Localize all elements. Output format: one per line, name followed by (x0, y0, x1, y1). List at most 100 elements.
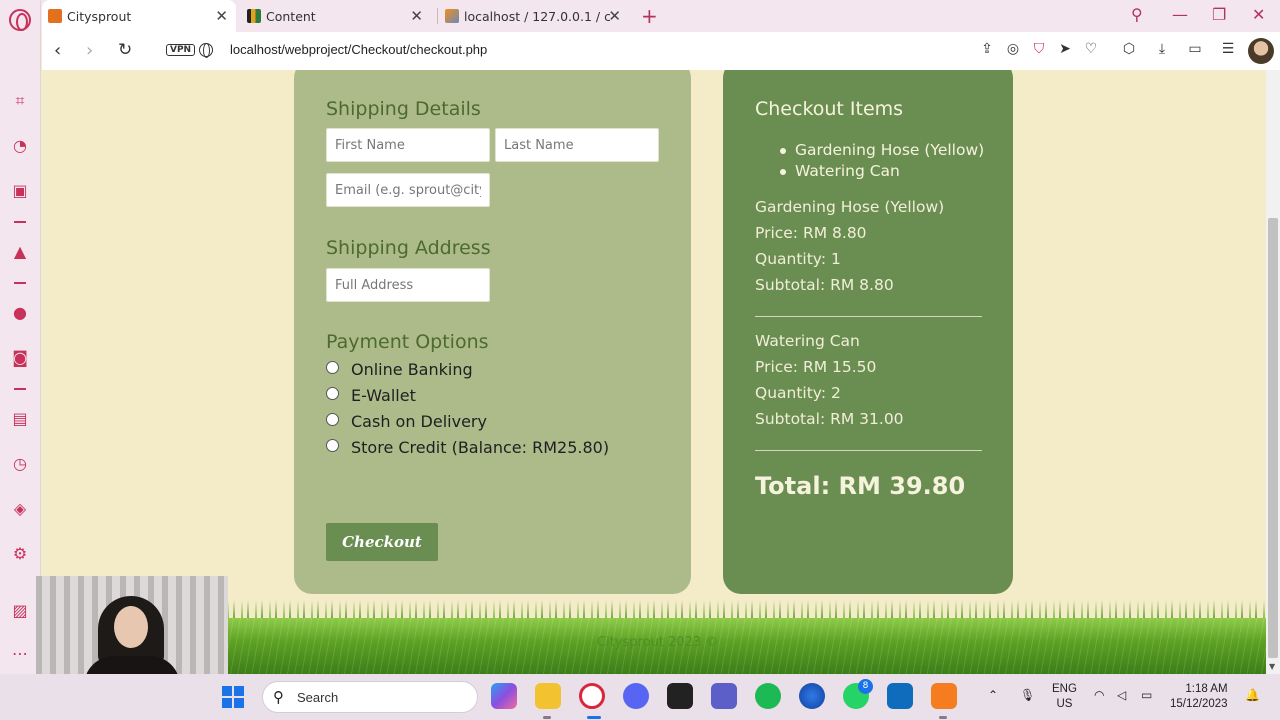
item-name: Watering Can (755, 332, 860, 350)
speed-dial-icon[interactable]: ◔ (10, 136, 30, 156)
volume-icon[interactable]: ◁ (1117, 688, 1126, 702)
tabs-icon[interactable]: ▤ (10, 409, 30, 429)
vpn-badge[interactable]: VPN (166, 44, 196, 56)
easy-setup-icon[interactable]: ☰ (1220, 41, 1236, 57)
discord-icon[interactable] (623, 683, 649, 709)
wifi-icon[interactable]: ◠ (1094, 688, 1104, 702)
payment-option-label: E-Wallet (351, 386, 416, 405)
item-quantity: Quantity: 2 (755, 384, 841, 402)
gamepad-icon[interactable]: ⌗ (10, 91, 30, 111)
content-favicon-icon (247, 9, 261, 23)
checkout-button[interactable]: Checkout (326, 523, 438, 561)
notifications-bell-icon[interactable]: 🔔 (1245, 688, 1260, 702)
scrollbar-thumb[interactable] (1268, 218, 1278, 658)
system-clock[interactable]: 1:18 AM 15/12/2023 (1170, 682, 1228, 712)
item-subtotal: Subtotal: RM 8.80 (755, 276, 894, 294)
language-code: ENG (1052, 683, 1077, 695)
instagram-icon[interactable]: ◙ (10, 348, 30, 368)
radio-button[interactable] (326, 387, 339, 400)
briefcase-icon[interactable]: ▣ (10, 181, 30, 201)
page-scrollbar[interactable]: ▼ (1266, 70, 1280, 674)
minimize-icon[interactable]: — (1172, 5, 1188, 24)
radio-button[interactable] (326, 439, 339, 452)
copilot-icon[interactable] (491, 683, 517, 709)
running-indicator (543, 716, 551, 719)
active-indicator (587, 716, 601, 719)
footer-copyright: Citysprout 2023 © (597, 635, 719, 650)
list-item: Watering Can (779, 161, 984, 182)
outlook-icon[interactable] (887, 683, 913, 709)
browser-sidebar: ⌗ ◔ ▣ ▲ ● ◙ ▤ ◷ ◈ ⚙ ▨ ⋯ (0, 0, 41, 720)
payment-options-heading: Payment Options (326, 331, 489, 353)
checkout-items-list: Gardening Hose (Yellow) Watering Can (779, 140, 984, 182)
tab-content[interactable]: Content ✕ (241, 0, 431, 32)
opera-taskbar-icon[interactable] (579, 683, 605, 709)
bookmark-heart-icon[interactable]: ♡ (1083, 41, 1099, 57)
site-info-globe-icon[interactable] (199, 43, 213, 58)
payment-option-label: Store Credit (Balance: RM25.80) (351, 438, 610, 457)
payment-option-cash-on-delivery[interactable]: Cash on Delivery (326, 412, 487, 431)
send-icon[interactable]: ➤ (1057, 41, 1073, 57)
thunderbird-icon[interactable] (799, 683, 825, 709)
history-icon[interactable]: ◷ (10, 454, 30, 474)
payment-option-label: Cash on Delivery (351, 412, 487, 431)
payment-option-store-credit[interactable]: Store Credit (Balance: RM25.80) (326, 438, 609, 457)
battery-icon[interactable]: ▭ (1141, 688, 1152, 702)
opera-logo-icon[interactable] (9, 9, 31, 31)
radio-button[interactable] (326, 413, 339, 426)
xampp-taskbar-icon[interactable] (931, 683, 957, 709)
teams-icon[interactable] (711, 683, 737, 709)
file-explorer-icon[interactable] (535, 683, 561, 709)
payment-option-e-wallet[interactable]: E-Wallet (326, 386, 416, 405)
url-field[interactable]: localhost/webproject/Checkout/checkout.p… (230, 42, 487, 57)
reload-icon[interactable]: ↻ (118, 40, 132, 60)
new-tab-plus-icon[interactable]: + (641, 4, 658, 28)
payment-option-label: Online Banking (351, 360, 473, 379)
sticky-notes-icon[interactable] (667, 683, 693, 709)
xampp-favicon-icon (48, 9, 62, 23)
spotify-icon[interactable] (755, 683, 781, 709)
more-icon[interactable]: ⋯ (10, 644, 30, 664)
language-indicator[interactable]: ENG US (1052, 682, 1077, 712)
aria-icon[interactable]: ▲ (10, 242, 30, 262)
checkout-items-heading: Checkout Items (755, 98, 904, 120)
checkout-items-card: Checkout Items Gardening Hose (Yellow) W… (723, 70, 1013, 594)
close-window-icon[interactable]: ✕ (1252, 5, 1265, 24)
restore-icon[interactable]: ❐ (1212, 5, 1226, 24)
first-name-field[interactable] (326, 128, 490, 162)
close-tab-icon[interactable]: ✕ (608, 7, 621, 25)
region-code: US (1056, 698, 1073, 710)
search-tabs-icon[interactable]: ⚲ (1131, 5, 1143, 24)
downloads-icon[interactable]: ⤓ (1154, 41, 1170, 57)
email-field[interactable] (326, 173, 490, 207)
taskbar-search[interactable]: ⚲ Search (262, 681, 478, 713)
microphone-icon[interactable]: 🎙 (1020, 688, 1035, 702)
extensions-cube-icon[interactable]: ⬡ (1121, 41, 1137, 57)
adblock-shield-icon[interactable]: ⛉ (1031, 41, 1047, 57)
last-name-field[interactable] (495, 128, 659, 162)
snapshot-camera-icon[interactable]: ◎ (1005, 41, 1021, 57)
radio-button[interactable] (326, 361, 339, 374)
share-icon[interactable]: ⇪ (979, 41, 995, 57)
close-tab-icon[interactable]: ✕ (215, 7, 228, 25)
scroll-down-arrow-icon[interactable]: ▼ (1269, 662, 1275, 671)
settings-gear-icon[interactable]: ⚙ (10, 544, 30, 564)
gallery-icon[interactable]: ▨ (10, 601, 30, 621)
back-icon[interactable]: ‹ (54, 40, 61, 61)
battery-saver-icon[interactable]: ▭ (1187, 41, 1203, 57)
sidebar-divider (14, 282, 26, 284)
shipping-details-heading: Shipping Details (326, 98, 481, 120)
whatsapp-badge: 8 (858, 679, 873, 694)
close-tab-icon[interactable]: ✕ (410, 7, 423, 25)
payment-option-online-banking[interactable]: Online Banking (326, 360, 473, 379)
tab-citysprout[interactable]: Citysprout ✕ (42, 0, 236, 32)
extensions-icon[interactable]: ◈ (10, 499, 30, 519)
forward-icon[interactable]: › (86, 40, 93, 61)
profile-avatar[interactable] (1248, 38, 1274, 64)
tab-phpmyadmin[interactable]: localhost / 127.0.0.1 / citysp ✕ (439, 0, 629, 32)
whatsapp-icon[interactable]: ● (10, 303, 30, 323)
address-bar: ‹ › ↻ VPN localhost/webproject/Checkout/… (42, 32, 1280, 70)
full-address-field[interactable] (326, 268, 490, 302)
windows-start-icon[interactable] (222, 686, 244, 708)
show-hidden-icons-chevron-icon[interactable]: ⌃ (988, 688, 998, 702)
